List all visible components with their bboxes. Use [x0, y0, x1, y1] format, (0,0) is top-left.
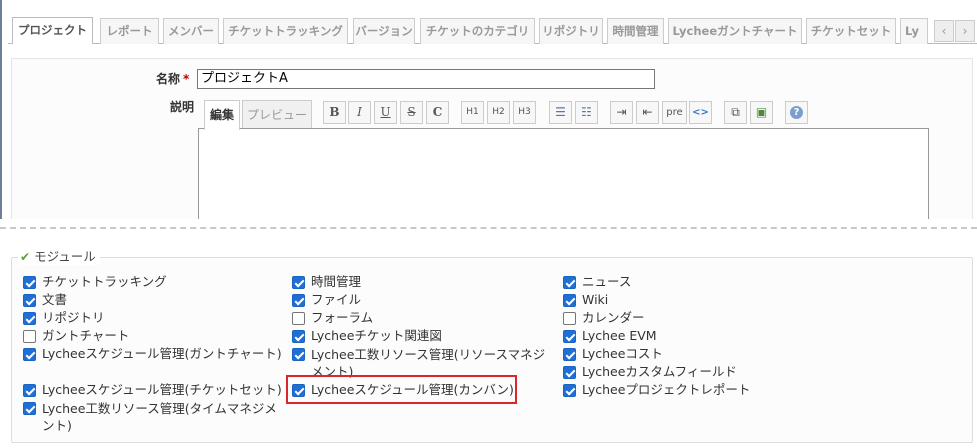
- heading2-button[interactable]: H2: [487, 101, 510, 124]
- module-calendar[interactable]: カレンダー: [563, 310, 645, 327]
- module-label: Lycheeスケジュール管理(チケットセット): [42, 382, 282, 397]
- module-label: Lycheeカスタムフィールド: [582, 364, 737, 379]
- description-textarea[interactable]: [198, 128, 929, 220]
- checkbox[interactable]: [563, 366, 576, 379]
- module-repository[interactable]: リポジトリ: [23, 310, 105, 327]
- pre-button[interactable]: pre: [662, 101, 687, 124]
- checkbox[interactable]: [563, 294, 576, 307]
- tab-issue-tracking[interactable]: チケットトラッキング: [223, 18, 348, 44]
- checkbox[interactable]: [292, 294, 305, 307]
- module-gantt[interactable]: ガントチャート: [23, 328, 129, 345]
- tab-lychee-gantt[interactable]: Lycheeガントチャート: [668, 18, 802, 44]
- module-lychee-schedule-gantt[interactable]: Lycheeスケジュール管理(ガントチャート): [23, 346, 282, 363]
- indent-right-button[interactable]: ⇥: [610, 101, 633, 124]
- inline-code-button[interactable]: <>: [689, 101, 712, 124]
- module-forums[interactable]: フォーラム: [292, 310, 373, 327]
- checkbox[interactable]: [23, 330, 36, 343]
- tab-versions[interactable]: バージョン: [353, 18, 415, 44]
- tab-reports[interactable]: レポート: [100, 18, 159, 44]
- help-icon: ?: [790, 106, 803, 119]
- unordered-list-button[interactable]: ☰: [549, 101, 572, 124]
- module-lychee-project-report[interactable]: Lycheeプロジェクトレポート: [563, 382, 750, 399]
- module-label: Lycheeプロジェクトレポート: [582, 382, 751, 397]
- module-lychee-custom-field[interactable]: Lycheeカスタムフィールド: [563, 364, 737, 381]
- checkbox[interactable]: [23, 384, 36, 397]
- indent-left-button[interactable]: ⇤: [636, 101, 659, 124]
- module-documents[interactable]: 文書: [23, 292, 67, 309]
- heading1-button[interactable]: H1: [461, 101, 484, 124]
- module-label: Lychee工数リソース管理(タイムマネジメント): [42, 401, 277, 433]
- checkbox[interactable]: [563, 330, 576, 343]
- checkmark-icon: ✔: [20, 250, 31, 264]
- module-lychee-evm[interactable]: Lychee EVM: [563, 328, 657, 345]
- checkbox[interactable]: [563, 348, 576, 361]
- tab-time-tracking[interactable]: 時間管理: [607, 18, 664, 44]
- settings-tabbar: プロジェクト レポート メンバー チケットトラッキング バージョン チケットのカ…: [8, 17, 977, 44]
- checkbox[interactable]: [292, 330, 305, 343]
- strikethrough-button[interactable]: S: [400, 101, 423, 124]
- project-name-input[interactable]: プロジェクトA: [197, 69, 655, 89]
- module-label: チケットトラッキング: [42, 274, 167, 289]
- checkbox[interactable]: [292, 312, 305, 325]
- tab-overflow[interactable]: Ly: [900, 18, 928, 44]
- checkbox[interactable]: [563, 384, 576, 397]
- module-lychee-resource-time[interactable]: Lychee工数リソース管理(タイムマネジメント): [23, 400, 285, 434]
- module-wiki[interactable]: Wiki: [563, 292, 608, 309]
- checkbox[interactable]: [23, 402, 36, 415]
- checkbox[interactable]: [563, 312, 576, 325]
- module-lychee-issue-graph[interactable]: Lycheeチケット関連図: [292, 328, 442, 345]
- dashed-divider: [0, 227, 977, 229]
- tab-issue-categories[interactable]: チケットのカテゴリ: [420, 18, 535, 44]
- tab-issue-sets[interactable]: チケットセット: [806, 18, 896, 44]
- module-lychee-cost[interactable]: Lycheeコスト: [563, 346, 663, 363]
- checkbox[interactable]: [23, 348, 36, 361]
- bold-button[interactable]: B: [323, 101, 346, 124]
- tab-members[interactable]: メンバー: [163, 18, 219, 44]
- module-files[interactable]: ファイル: [292, 292, 361, 309]
- code-button[interactable]: C: [426, 101, 449, 124]
- chevron-left-icon[interactable]: ‹: [934, 20, 954, 42]
- module-label: ガントチャート: [42, 328, 130, 343]
- checkbox[interactable]: [23, 294, 36, 307]
- tab-repositories[interactable]: リポジトリ: [539, 18, 603, 44]
- checkbox[interactable]: [23, 312, 36, 325]
- module-issue-tracking[interactable]: チケットトラッキング: [23, 274, 167, 291]
- module-label: Lychee EVM: [582, 328, 657, 343]
- module-time-tracking[interactable]: 時間管理: [292, 274, 361, 291]
- module-lychee-schedule-issue-sets[interactable]: Lycheeスケジュール管理(チケットセット): [23, 382, 282, 399]
- name-label-text: 名称: [156, 72, 181, 86]
- italic-button[interactable]: I: [348, 101, 371, 124]
- tab-edit[interactable]: 編集: [204, 100, 240, 130]
- link-icon[interactable]: ⧉: [724, 101, 747, 124]
- description-label: 説明: [170, 100, 195, 114]
- module-label: Lycheeコスト: [582, 346, 663, 361]
- section-separator: [0, 219, 977, 237]
- modules-legend: ✔ モジュール: [18, 249, 100, 265]
- tab-preview[interactable]: プレビュー: [242, 100, 312, 129]
- modules-legend-text: モジュール: [34, 249, 96, 264]
- image-icon[interactable]: ▣: [750, 101, 773, 124]
- checkbox[interactable]: [292, 348, 305, 361]
- checkbox[interactable]: [563, 276, 576, 289]
- help-button[interactable]: ?: [785, 101, 808, 124]
- chevron-right-icon[interactable]: ›: [955, 20, 975, 42]
- ordered-list-button[interactable]: ☷: [575, 101, 598, 124]
- required-mark: *: [183, 72, 190, 86]
- checkbox[interactable]: [292, 276, 305, 289]
- page-edge: [0, 0, 2, 220]
- highlight-box: [286, 375, 517, 404]
- module-label: Lycheeスケジュール管理(ガントチャート): [42, 346, 282, 361]
- module-news[interactable]: ニュース: [563, 274, 631, 291]
- tab-project[interactable]: プロジェクト: [12, 17, 93, 44]
- module-label: Lycheeチケット関連図: [311, 328, 442, 343]
- name-label: 名称 *: [156, 70, 189, 87]
- underline-button[interactable]: U: [374, 101, 397, 124]
- checkbox[interactable]: [23, 276, 36, 289]
- heading3-button[interactable]: H3: [513, 101, 536, 124]
